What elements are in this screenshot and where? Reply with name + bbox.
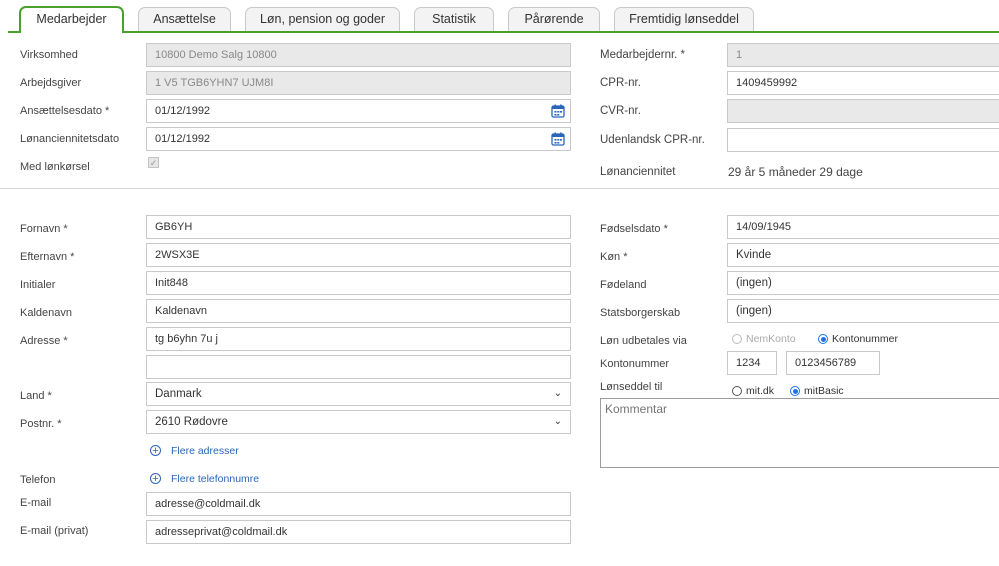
section-divider	[0, 188, 999, 189]
flere-telefonnumre-link[interactable]: Flere telefonnumre	[171, 473, 259, 485]
ansaettelsesdato-field[interactable]: 01/12/1992	[146, 99, 571, 123]
mitbasic-radio-label: mitBasic	[804, 385, 844, 397]
statsborgerskab-label: Statsborgerskab	[600, 307, 681, 319]
email-privat-field[interactable]: adresseprivat@coldmail.dk	[146, 520, 571, 544]
tab-medarbejder[interactable]: Medarbejder	[19, 6, 124, 33]
chevron-down-icon: ⌄	[553, 416, 562, 427]
plus-circle-icon[interactable]: +	[150, 473, 161, 485]
efternavn-label: Efternavn *	[20, 251, 75, 263]
kaldenavn-label: Kaldenavn	[20, 307, 72, 319]
chevron-down-icon: ⌄	[553, 388, 562, 399]
initialer-field[interactable]: Init848	[146, 271, 571, 295]
medarbejdernr-field: 1	[727, 43, 999, 67]
foedeland-label: Fødeland	[600, 279, 647, 291]
tab-ansaettelse[interactable]: Ansættelse	[138, 7, 231, 31]
foedselsdato-field[interactable]: 14/09/1945	[727, 215, 999, 239]
foedselsdato-label: Fødselsdato *	[600, 223, 668, 235]
med-loenkoersel-label: Med lønkørsel	[20, 161, 90, 173]
land-value: Danmark	[155, 388, 202, 400]
loen-udbetales-label: Løn udbetales via	[600, 335, 687, 347]
fornavn-field[interactable]: GB6YH	[146, 215, 571, 239]
ansaettelsesdato-value: 01/12/1992	[155, 105, 211, 117]
kontonummer-label: Kontonummer	[600, 358, 670, 370]
mitdk-radio-label: mit.dk	[746, 385, 775, 397]
cvr-field	[727, 99, 999, 123]
cpr-label: CPR-nr.	[600, 77, 641, 89]
loenanciennitetsdato-label: Lønanciennitetsdato	[20, 133, 120, 145]
kontonummer-radio-label: Kontonummer	[832, 333, 898, 345]
nemkonto-radio-label: NemKonto	[746, 333, 796, 345]
loenseddel-label: Lønseddel til	[600, 381, 663, 393]
foedeland-select[interactable]: (ingen)	[727, 271, 999, 295]
adresse-line2-field[interactable]	[146, 355, 571, 379]
efternavn-field[interactable]: 2WSX3E	[146, 243, 571, 267]
telefon-label: Telefon	[20, 474, 56, 486]
kaldenavn-field[interactable]: Kaldenavn	[146, 299, 571, 323]
fornavn-label: Fornavn *	[20, 223, 68, 235]
virksomhed-field: 10800 Demo Salg 10800	[146, 43, 571, 67]
virksomhed-label: Virksomhed	[20, 49, 78, 61]
arbejdsgiver-label: Arbejdsgiver	[20, 77, 82, 89]
arbejdsgiver-field: 1 V5 TGB6YHN7 UJM8I	[146, 71, 571, 95]
udenlandsk-cpr-label: Udenlandsk CPR-nr.	[600, 134, 705, 146]
loenanciennitetsdato-field[interactable]: 01/12/1992	[146, 127, 571, 151]
mitbasic-radio[interactable]	[790, 386, 800, 396]
reg-nr-field[interactable]: 1234	[727, 351, 777, 375]
calendar-icon[interactable]	[551, 104, 565, 118]
adresse-field[interactable]: tg b6yhn 7u j	[146, 327, 571, 351]
email-field[interactable]: adresse@coldmail.dk	[146, 492, 571, 516]
adresse-label: Adresse *	[20, 335, 68, 347]
postnr-value: 2610 Rødovre	[155, 416, 228, 428]
statsborgerskab-select[interactable]: (ingen)	[727, 299, 999, 323]
kontonummer-radio[interactable]	[818, 334, 828, 344]
loenanciennitetsdato-value: 01/12/1992	[155, 133, 211, 145]
loenanciennitet-label: Lønanciennitet	[600, 166, 676, 178]
tab-fremtidig-loenseddel[interactable]: Fremtidig lønseddel	[614, 7, 754, 31]
land-select[interactable]: Danmark ⌄	[146, 382, 571, 406]
postnr-select[interactable]: 2610 Rødovre ⌄	[146, 410, 571, 434]
udenlandsk-cpr-field[interactable]	[727, 128, 999, 152]
cpr-field[interactable]: 1409459992	[727, 71, 999, 95]
email-label: E-mail	[20, 497, 52, 509]
nemkonto-radio[interactable]	[732, 334, 742, 344]
med-loenkoersel-checkbox[interactable]: ✓	[148, 157, 159, 168]
email-privat-label: E-mail (privat)	[20, 525, 89, 537]
ansaettelsesdato-label: Ansættelsesdato *	[20, 105, 110, 117]
konto-nr-field[interactable]: 0123456789	[786, 351, 880, 375]
tab-bar: Medarbejder Ansættelse Løn, pension og g…	[0, 0, 999, 34]
koen-select[interactable]: Kvinde	[727, 243, 999, 267]
cvr-label: CVR-nr.	[600, 105, 641, 117]
land-label: Land *	[20, 390, 52, 402]
medarbejdernr-label: Medarbejdernr. *	[600, 49, 686, 61]
plus-circle-icon[interactable]: +	[150, 445, 161, 457]
tab-paaroerende[interactable]: Pårørende	[508, 7, 600, 31]
tab-underline	[8, 31, 999, 33]
tab-statistik[interactable]: Statistik	[414, 7, 494, 31]
tab-loen-pension-goder[interactable]: Løn, pension og goder	[245, 7, 400, 31]
loenanciennitet-value: 29 år 5 måneder 29 dage	[728, 165, 863, 179]
postnr-label: Postnr. *	[20, 418, 62, 430]
flere-adresser-link[interactable]: Flere adresser	[171, 445, 239, 457]
mitdk-radio[interactable]	[732, 386, 742, 396]
calendar-icon[interactable]	[551, 132, 565, 146]
kommentar-textarea[interactable]	[600, 398, 999, 468]
koen-label: Køn *	[600, 251, 628, 263]
initialer-label: Initialer	[20, 279, 56, 291]
